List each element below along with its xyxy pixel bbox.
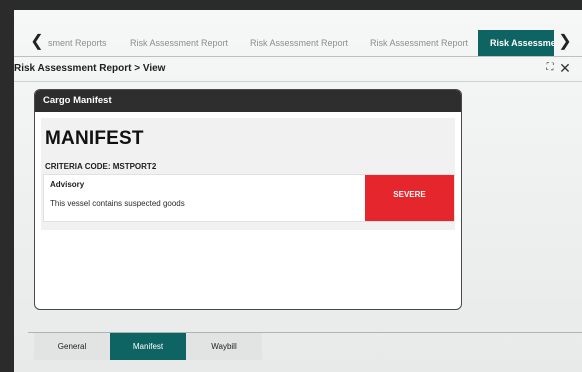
severity-badge: SEVERE — [365, 175, 454, 221]
tab-risk-assessment-report-3[interactable]: Risk Assessment Report — [370, 30, 476, 56]
tab-waybill[interactable]: Waybill — [186, 333, 262, 360]
view-header: Risk Assessment Report > View ⛶ ✕ — [14, 57, 582, 82]
chevron-right-icon[interactable]: ❯ — [556, 30, 574, 56]
tab-risk-assessment-report-2[interactable]: Risk Assessment Report — [250, 30, 356, 56]
tab-manifest[interactable]: Manifest — [110, 333, 186, 360]
card-title: Cargo Manifest — [35, 90, 461, 112]
tab-risk-assessment-reports[interactable]: sment Reports — [48, 30, 128, 56]
report-tab-strip: ❮ sment Reports Risk Assessment Report R… — [14, 30, 582, 57]
tab-risk-assessment-report-1[interactable]: Risk Assessment Report — [130, 30, 236, 56]
cargo-manifest-card: Cargo Manifest MANIFEST CRITERIA CODE: M… — [34, 89, 462, 310]
manifest-panel: MANIFEST CRITERIA CODE: MSTPORT2 Advisor… — [41, 118, 455, 230]
close-icon[interactable]: ✕ — [558, 59, 572, 77]
manifest-heading: MANIFEST — [45, 128, 144, 149]
advisory-row: Advisory This vessel contains suspected … — [43, 174, 455, 222]
advisory-label: Advisory — [50, 180, 85, 189]
criteria-code: CRITERIA CODE: MSTPORT2 — [45, 162, 157, 171]
page-title: Risk Assessment Report > View — [14, 63, 166, 74]
app-window: ❮ sment Reports Risk Assessment Report R… — [14, 10, 582, 372]
tab-general[interactable]: General — [34, 333, 110, 360]
tab-risk-assessment-active[interactable]: Risk Assessment — [478, 30, 554, 56]
chevron-left-icon[interactable]: ❮ — [28, 30, 46, 56]
advisory-text: This vessel contains suspected goods — [50, 199, 185, 208]
expand-icon[interactable]: ⛶ — [543, 59, 557, 77]
